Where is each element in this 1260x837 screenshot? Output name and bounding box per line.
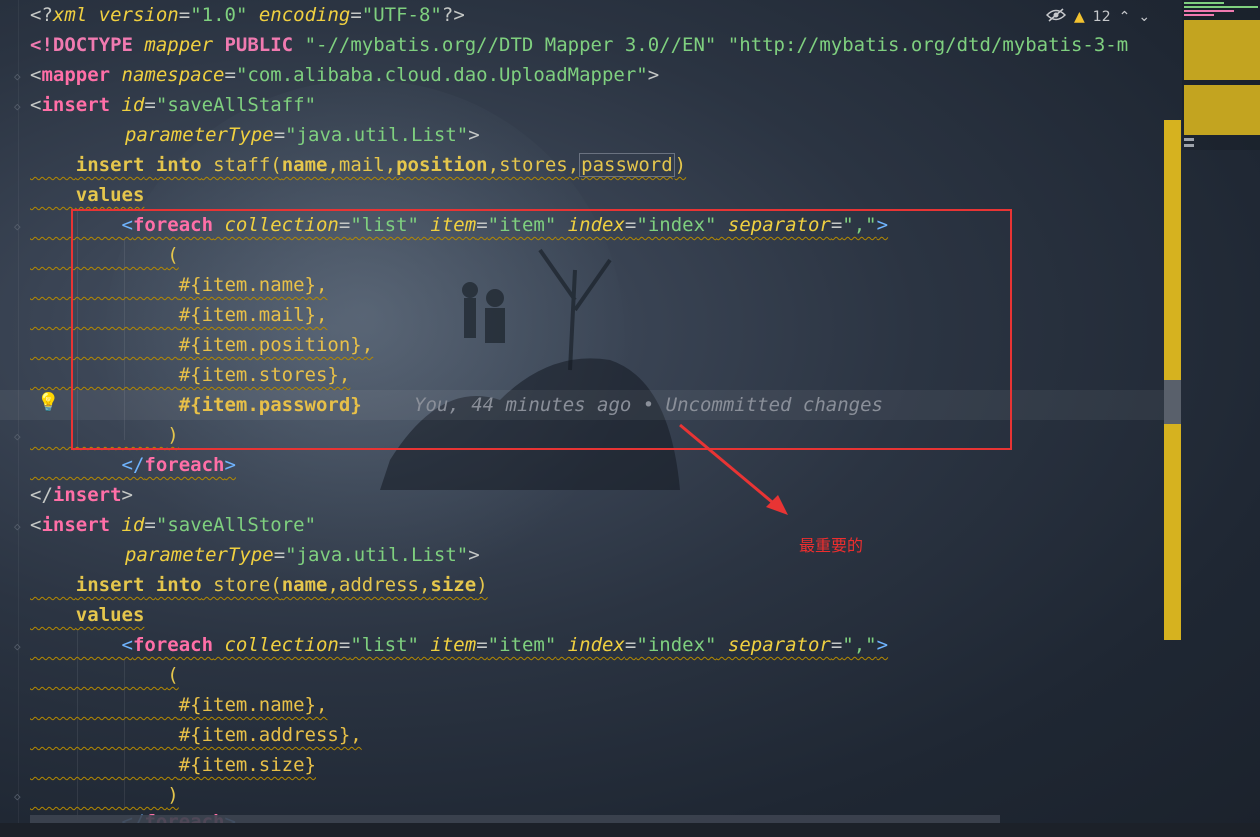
warning-icon[interactable]: ▲ [1074,9,1085,25]
bottom-strip [0,823,1260,837]
vertical-scrollbar[interactable] [1164,120,1181,640]
code-line-25: #{item.address}, [178,724,362,746]
code-line-1: <?xml version="1.0" encoding="UTF-8"?> [30,4,465,26]
chevron-up-icon[interactable]: ⌃ [1119,9,1131,25]
code-line-27: ) [167,784,179,806]
code-line-7: values [75,184,145,206]
code-line-23: ( [167,664,179,686]
code-editor[interactable]: ◇ ◇ ◇ ◇ ◇ ◇ ◇ <?xml version="1.0" encodi… [0,0,1260,837]
fold-toggle-icon[interactable]: ◇ [14,70,24,83]
code-line-5: parameterType="java.util.List"> [125,124,480,146]
code-line-4: <insert id="saveAllStaff" [30,94,317,116]
lightbulb-icon[interactable]: 💡 [37,392,59,413]
code-line-20: insert into store(name,address,size) [75,574,488,596]
code-line-19: parameterType="java.util.List"> [125,544,480,566]
minimap[interactable] [1182,0,1260,150]
code-line-6: insert into staff(name,mail,position,sto… [75,153,687,177]
code-line-3: <mapper namespace="com.alibaba.cloud.dao… [30,64,660,86]
code-line-2: <!DOCTYPE mapper PUBLIC "-//mybatis.org/… [30,34,1129,56]
code-line-16: </foreach> [121,454,236,476]
fold-toggle-icon[interactable]: ◇ [14,220,24,233]
fold-toggle-icon[interactable]: ◇ [14,520,24,533]
highlight-box [71,209,1012,450]
annotation-label: 最重要的 [799,536,864,555]
warning-count[interactable]: 12 [1093,9,1111,25]
code-line-24: #{item.name}, [178,694,328,716]
editor-inspection-toolbar: ▲ 12 ⌃ ⌄ [1045,6,1150,28]
fold-toggle-icon[interactable]: ◇ [14,640,24,653]
fold-toggle-icon[interactable]: ◇ [14,100,24,113]
chevron-down-icon[interactable]: ⌄ [1138,9,1150,25]
code-line-18: <insert id="saveAllStore" [30,514,317,536]
code-line-26: #{item.size} [178,754,316,776]
horizontal-scrollbar[interactable] [30,815,1000,823]
code-line-21: values [75,604,145,626]
fold-toggle-icon[interactable]: ◇ [14,790,24,803]
annotation-arrow [679,423,788,515]
fold-toggle-icon[interactable]: ◇ [14,430,24,443]
code-line-22: <foreach collection="list" item="item" i… [121,634,889,656]
eye-crossed-icon[interactable] [1045,8,1067,26]
code-line-17: </insert> [30,484,133,506]
